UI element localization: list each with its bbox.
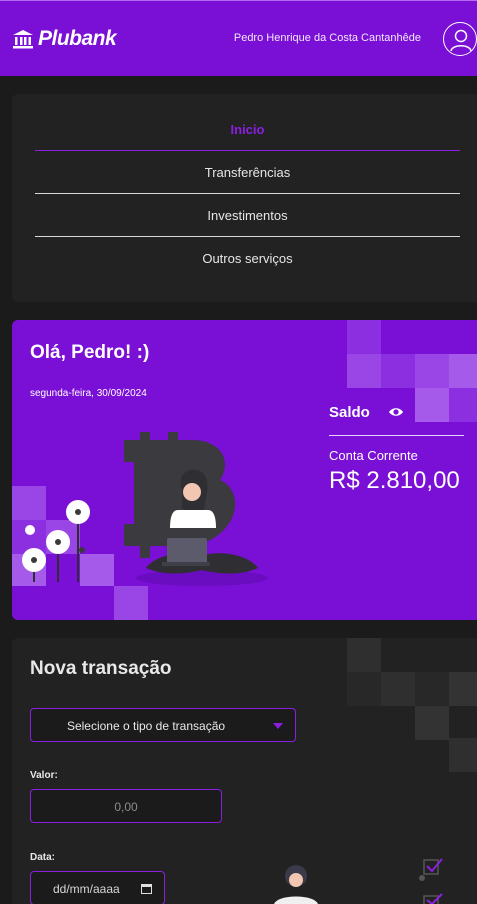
calendar-icon[interactable]	[141, 883, 152, 894]
value-input[interactable]: 0,00	[30, 789, 222, 823]
nav-item-label: Investimentos	[207, 208, 288, 223]
value-label: Valor:	[30, 770, 58, 781]
nav-item-inicio[interactable]: Inicio	[35, 108, 460, 151]
balance-card: Olá, Pedro! :) segunda-feira, 30/09/2024…	[12, 320, 477, 620]
nav-item-label: Transferências	[204, 165, 291, 180]
brand-name: Plubank	[38, 27, 117, 50]
transaction-type-value: Selecione o tipo de transação	[66, 719, 226, 733]
balance-divider	[329, 435, 464, 436]
greeting: Olá, Pedro! :)	[30, 342, 150, 363]
nav-item-label: Outros serviços	[202, 251, 293, 266]
date-label: Data:	[30, 852, 56, 863]
nav-item-transferencias[interactable]: Transferências	[35, 151, 460, 194]
user-icon	[450, 29, 472, 52]
transaction-title: Nova transação	[30, 658, 172, 679]
value-placeholder: 0,00	[114, 800, 138, 814]
eye-icon[interactable]	[388, 406, 404, 418]
user-avatar[interactable]	[443, 22, 477, 56]
account-type: Conta Corrente	[329, 448, 418, 463]
top-bar: Plubank Pedro Henrique da Costa Cantanhê…	[0, 0, 477, 76]
date-input[interactable]: dd/mm/aaaa	[30, 871, 165, 904]
bank-icon	[13, 30, 33, 49]
user-name: Pedro Henrique da Costa Cantanhêde	[233, 32, 421, 44]
balance-label: Saldo	[329, 404, 370, 421]
current-date: segunda-feira, 30/09/2024	[30, 388, 147, 399]
nav-item-outros-servicos[interactable]: Outros serviços	[35, 237, 460, 280]
new-transaction-card: Nova transação Selecione o tipo de trans…	[12, 638, 477, 904]
caret-down-icon	[273, 723, 283, 729]
nav-menu: Inicio Transferências Investimentos Outr…	[12, 94, 477, 302]
date-placeholder: dd/mm/aaaa	[53, 882, 120, 896]
nav-item-label: Inicio	[230, 122, 265, 137]
brand-logo[interactable]: Plubank	[12, 27, 117, 51]
balance-value: R$ 2.810,00	[329, 467, 460, 494]
transaction-type-select[interactable]: Selecione o tipo de transação	[30, 708, 296, 742]
nav-item-investimentos[interactable]: Investimentos	[35, 194, 460, 237]
